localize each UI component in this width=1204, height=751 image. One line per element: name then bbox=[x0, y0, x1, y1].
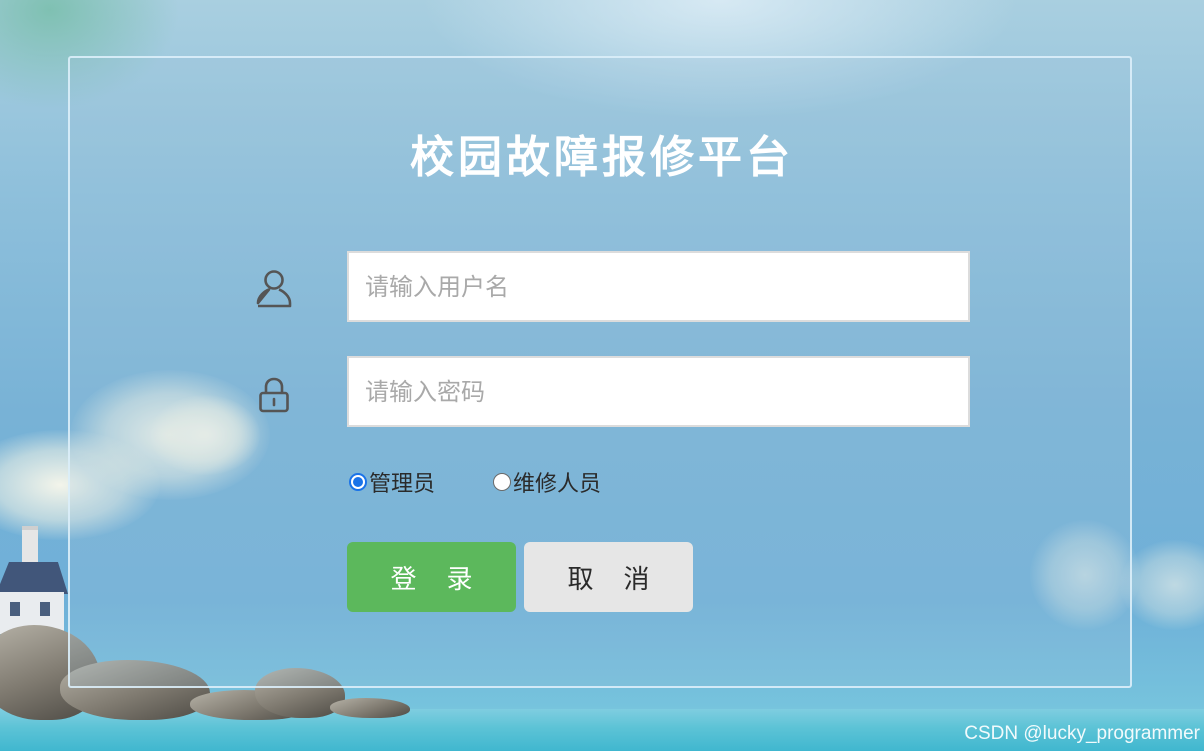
password-input[interactable] bbox=[347, 356, 970, 427]
lock-icon bbox=[252, 373, 296, 417]
role-admin-radio[interactable] bbox=[349, 473, 367, 491]
role-admin-label: 管理员 bbox=[369, 472, 436, 497]
login-page-background: 校园故障报修平台 管理员 维修人员 登录 取消 CSDN @lucky_prog… bbox=[0, 0, 1204, 751]
login-button[interactable]: 登录 bbox=[347, 542, 516, 612]
page-title: 校园故障报修平台 bbox=[410, 132, 794, 183]
user-icon bbox=[252, 266, 296, 310]
background-house-roof bbox=[0, 562, 68, 594]
cancel-button[interactable]: 取消 bbox=[524, 542, 693, 612]
watermark: CSDN @lucky_programmer bbox=[964, 723, 1200, 744]
role-repair-staff-radio[interactable] bbox=[493, 473, 511, 491]
role-option-admin[interactable]: 管理员 bbox=[349, 466, 435, 498]
background-house-window bbox=[40, 602, 50, 616]
username-input[interactable] bbox=[347, 251, 970, 322]
role-option-repair-staff[interactable]: 维修人员 bbox=[493, 466, 601, 498]
background-house-window bbox=[10, 602, 20, 616]
background-rock bbox=[330, 698, 410, 718]
role-repair-staff-label: 维修人员 bbox=[513, 472, 602, 497]
